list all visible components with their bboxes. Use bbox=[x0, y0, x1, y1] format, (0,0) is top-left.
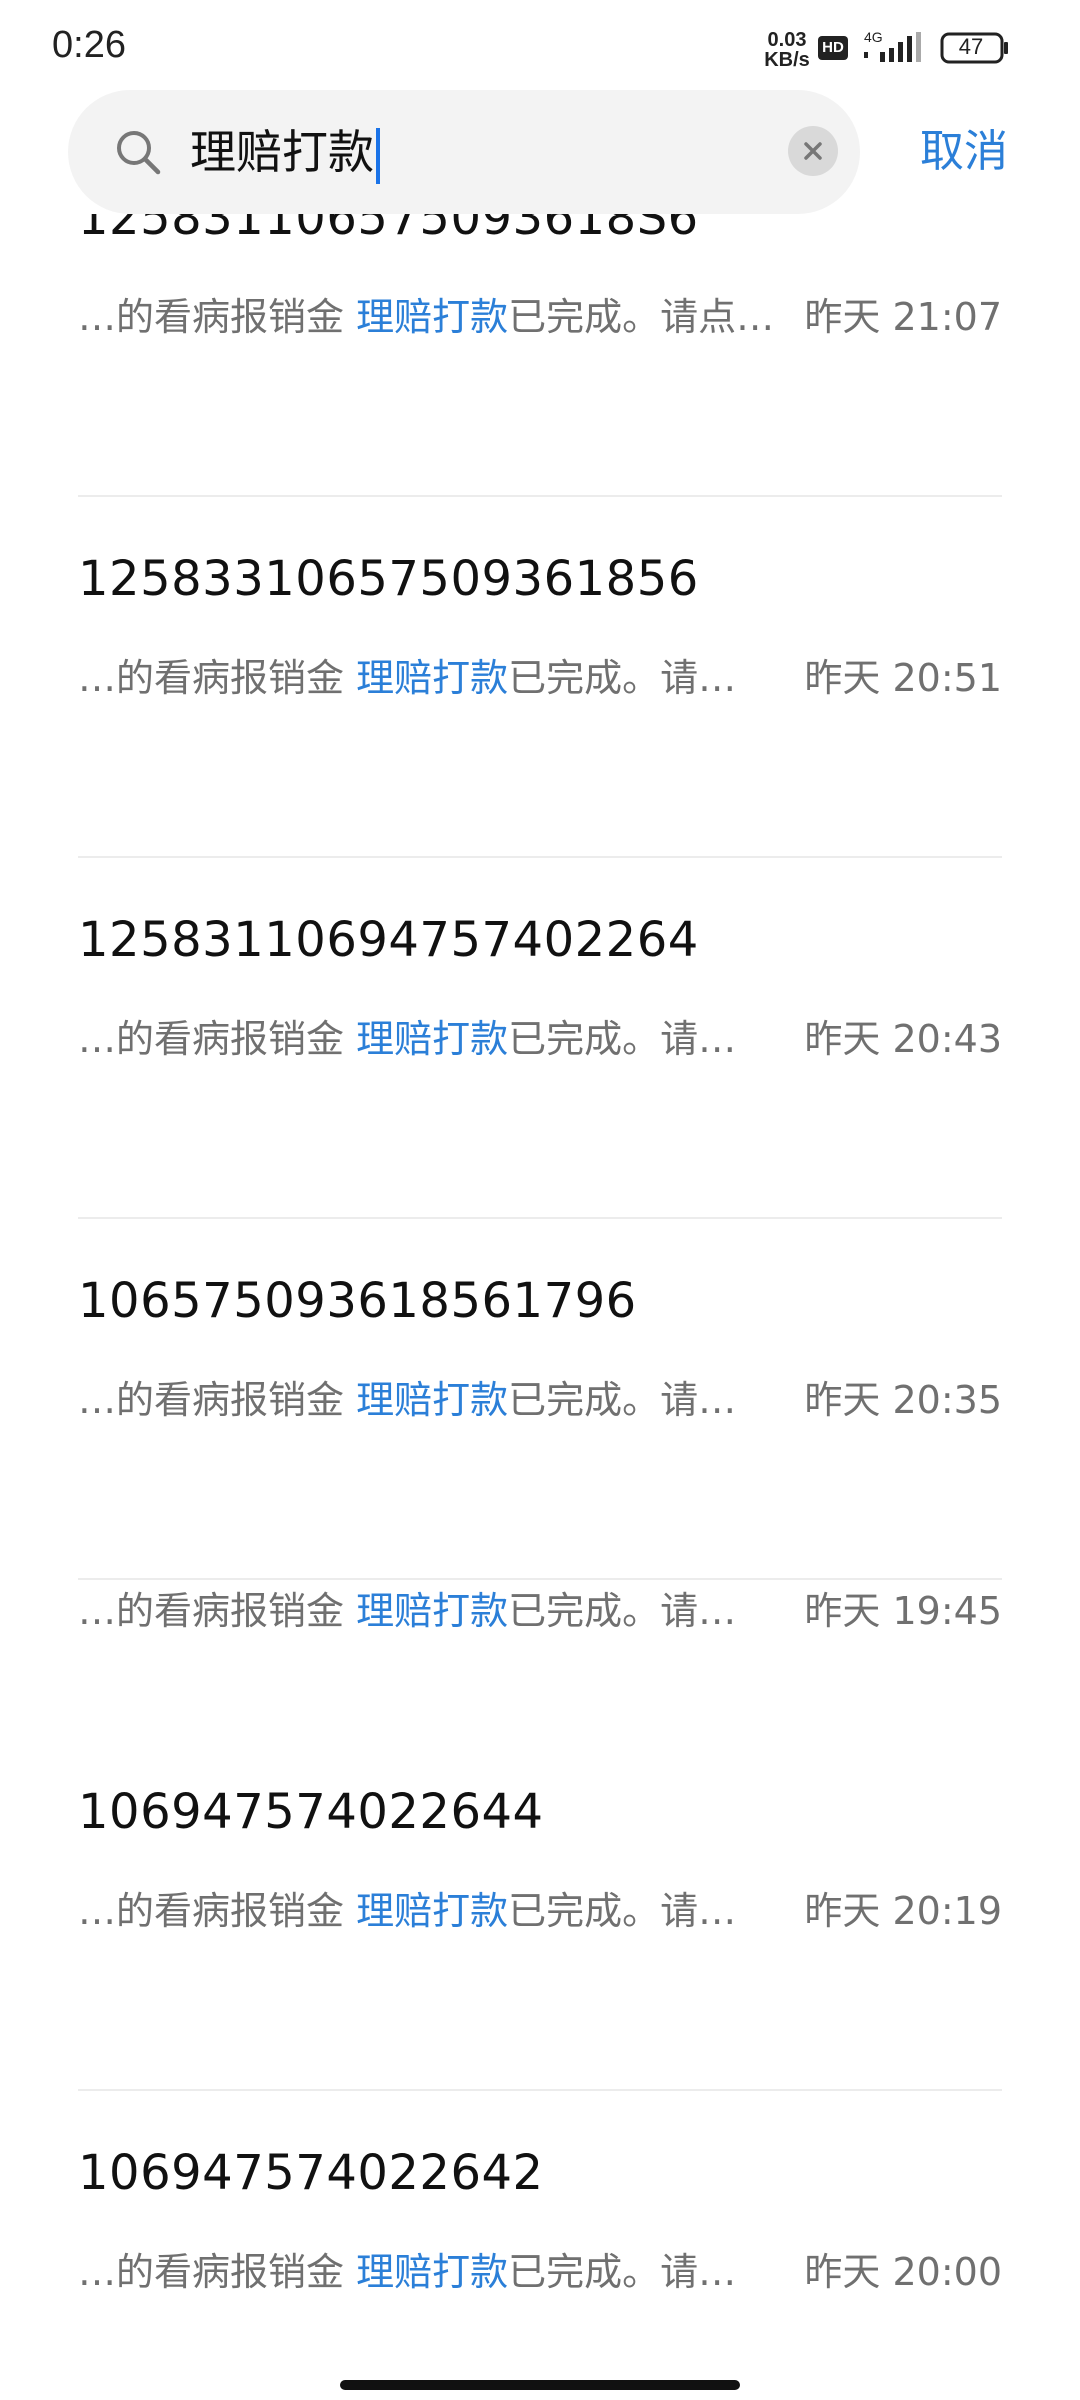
search-query: 理赔打款 bbox=[190, 125, 374, 179]
close-icon bbox=[804, 142, 822, 160]
snippet-suffix: 已完成。请… bbox=[508, 1017, 737, 1061]
search-results-inner: 125831106575093618S6 …的看病报销金 理赔打款已完成。请点… 昨… bbox=[0, 214, 1080, 2374]
message-sender: 106947574022642 bbox=[78, 2145, 544, 2201]
battery-level: 47 bbox=[958, 34, 984, 59]
snippet-highlight: 理赔打款 bbox=[356, 1378, 509, 1422]
network-type-label: 4G bbox=[864, 30, 883, 45]
snippet-highlight: 理赔打款 bbox=[356, 1589, 509, 1633]
list-item[interactable]: 125831106575093618S6 …的看病报销金 理赔打款已完成。请点… 昨… bbox=[78, 214, 1002, 497]
message-time: 昨天 20:51 bbox=[804, 656, 1002, 700]
search-results-list[interactable]: 125831106575093618S6 …的看病报销金 理赔打款已完成。请点… 昨… bbox=[0, 214, 1080, 2374]
snippet-prefix: …的看病报销金 bbox=[78, 656, 357, 700]
list-item[interactable]: 1258331065750936185​6 …的看病报销金 理赔打款已完成。请… 昨… bbox=[78, 497, 1002, 858]
snippet-prefix: …的看病报销金 bbox=[78, 1017, 357, 1061]
snippet-prefix: …的看病报销金 bbox=[78, 1889, 357, 1933]
message-time: 昨天 20:43 bbox=[804, 1017, 1002, 1061]
search-icon bbox=[117, 131, 161, 175]
snippet-prefix: …的看病报销金 bbox=[78, 1589, 357, 1633]
message-snippet: …的看病报销金 理赔打款已完成。请… bbox=[78, 2241, 736, 2296]
list-item[interactable]: …的看病报销金 理赔打款已完成。请… 昨天 19:45 bbox=[78, 1580, 1002, 1730]
snippet-prefix: …的看病报销金 bbox=[78, 1378, 357, 1422]
list-item[interactable]: 12583110694757402264 …的看病报销金 理赔打款已完成。请… 昨天… bbox=[78, 858, 1002, 1219]
search-bar[interactable] bbox=[68, 90, 860, 214]
snippet-highlight: 理赔打款 bbox=[356, 1889, 509, 1933]
message-time: 昨天 19:45 bbox=[804, 1589, 1002, 1633]
snippet-highlight: 理赔打款 bbox=[356, 2250, 509, 2294]
snippet-prefix: …的看病报销金 bbox=[78, 2250, 357, 2294]
snippet-prefix: …的看病报销金 bbox=[78, 295, 357, 339]
message-sender: 125831106575093618S6 bbox=[78, 214, 699, 246]
home-indicator[interactable] bbox=[340, 2380, 740, 2390]
message-time: 昨天 20:19 bbox=[804, 1889, 1002, 1933]
message-sender: 106575093618561796 bbox=[78, 1273, 637, 1329]
message-sender: 106947574022644 bbox=[78, 1784, 544, 1840]
message-sender: 1258331065750936185​6 bbox=[78, 551, 699, 607]
network-speed-value: 0.03 bbox=[767, 29, 807, 51]
message-sender: 12583110694757402264 bbox=[78, 912, 699, 968]
list-item[interactable]: 106575093618561796 …的看病报销金 理赔打款已完成。请… 昨天 2… bbox=[78, 1219, 1002, 1580]
snippet-suffix: 已完成。请… bbox=[508, 1378, 737, 1422]
snippet-highlight: 理赔打款 bbox=[356, 1017, 509, 1061]
message-snippet: …的看病报销金 理赔打款已完成。请点… bbox=[78, 286, 774, 341]
message-snippet: …的看病报销金 理赔打款已完成。请… bbox=[78, 1880, 736, 1935]
signal-icon: 4G bbox=[864, 30, 921, 62]
snippet-suffix: 已完成。请点… bbox=[508, 295, 775, 339]
snippet-suffix: 已完成。请… bbox=[508, 1889, 737, 1933]
search-input[interactable]: 理赔打款 bbox=[190, 122, 380, 184]
snippet-highlight: 理赔打款 bbox=[356, 656, 509, 700]
message-time: 昨天 20:00 bbox=[804, 2250, 1002, 2294]
list-item[interactable]: 106947574022642 …的看病报销金 理赔打款已完成。请… 昨天 20:0… bbox=[78, 2091, 1002, 2374]
message-snippet: …的看病报销金 理赔打款已完成。请… bbox=[78, 647, 736, 702]
hd-badge: HD bbox=[818, 36, 848, 60]
network-speed: 0.03 KB/s bbox=[760, 30, 814, 70]
cancel-button[interactable]: 取消 bbox=[920, 124, 1008, 180]
snippet-highlight: 理赔打款 bbox=[356, 295, 509, 339]
status-time: 0:26 bbox=[52, 24, 126, 66]
message-snippet: …的看病报销金 理赔打款已完成。请… bbox=[78, 1580, 736, 1635]
list-item[interactable]: 106947574022644 …的看病报销金 理赔打款已完成。请… 昨天 20:1… bbox=[78, 1730, 1002, 2091]
snippet-suffix: 已完成。请… bbox=[508, 1589, 737, 1633]
network-speed-unit: KB/s bbox=[764, 49, 810, 71]
snippet-suffix: 已完成。请… bbox=[508, 2250, 737, 2294]
message-time: 昨天 20:35 bbox=[804, 1378, 1002, 1422]
message-time: 昨天 21:07 bbox=[804, 295, 1002, 339]
message-snippet: …的看病报销金 理赔打款已完成。请… bbox=[78, 1008, 736, 1063]
status-bar: 0:26 0.03 KB/s HD 4G 47 bbox=[0, 0, 1080, 90]
message-snippet: …的看病报销金 理赔打款已完成。请… bbox=[78, 1369, 736, 1424]
clear-search-button[interactable] bbox=[788, 126, 838, 176]
snippet-suffix: 已完成。请… bbox=[508, 656, 737, 700]
text-cursor bbox=[376, 127, 380, 184]
